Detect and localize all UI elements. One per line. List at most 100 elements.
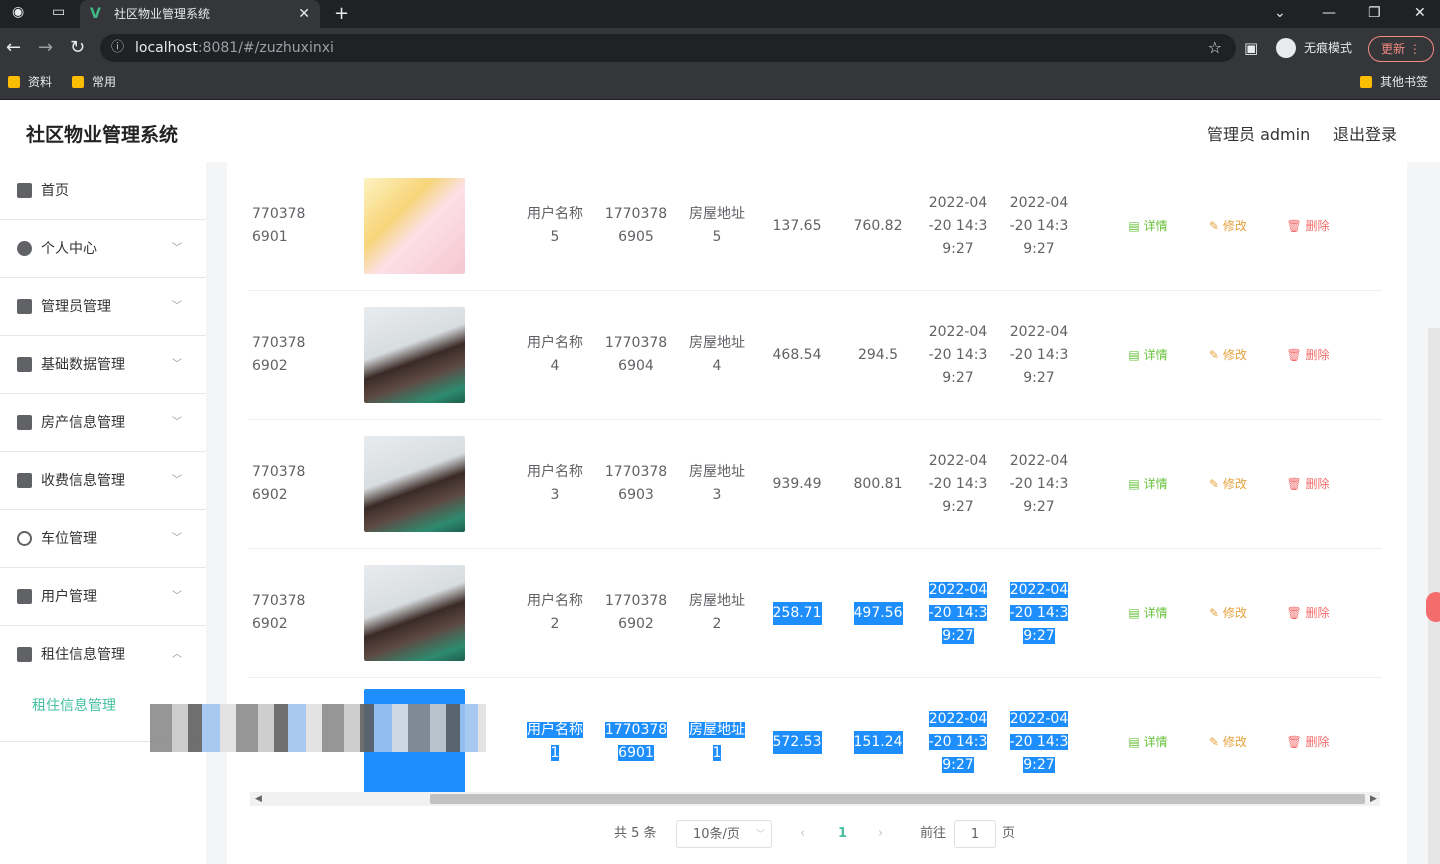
table-row: 770378 6902 用户名称 2 1770378 6902 房屋地址 2 258.7… bbox=[248, 549, 1382, 678]
date-line: -20 14:3 bbox=[1009, 475, 1069, 492]
detail-button[interactable]: ▤ 详情 bbox=[1118, 549, 1178, 677]
next-page-button[interactable]: › bbox=[878, 820, 883, 848]
scrollbar-thumb[interactable] bbox=[430, 794, 1365, 804]
scroll-left-icon[interactable]: ◀ bbox=[255, 792, 262, 806]
logout-link[interactable]: 退出登录 bbox=[1333, 121, 1397, 145]
delete-button[interactable]: 🗑 删除 bbox=[1278, 549, 1338, 677]
edit-label: 修改 bbox=[1222, 734, 1247, 749]
detail-button[interactable]: ▤ 详情 bbox=[1118, 678, 1178, 806]
bookmark-label: 资料 bbox=[28, 75, 53, 89]
sidebar-item-property[interactable]: 房产信息管理 ﹀ bbox=[0, 394, 206, 452]
restore-icon[interactable]: ❐ bbox=[1368, 0, 1381, 26]
side-panel-icon[interactable]: ▣ bbox=[1244, 37, 1258, 59]
page-number-current[interactable]: 1 bbox=[838, 820, 847, 848]
delete-button[interactable]: 🗑 删除 bbox=[1278, 420, 1338, 548]
sidebar-item-admins[interactable]: 管理员管理 ﹀ bbox=[0, 278, 206, 336]
avatar-image[interactable] bbox=[363, 436, 465, 532]
browser-tab[interactable]: V 社区物业管理系统 ✕ bbox=[80, 0, 320, 28]
prev-page-button[interactable]: ‹ bbox=[800, 820, 805, 848]
page-size-select[interactable]: 10条/页 ﹀ bbox=[676, 820, 772, 848]
user-cell: 用户名称 3 bbox=[516, 420, 594, 548]
tab-search-icon[interactable]: ▭ bbox=[52, 4, 65, 20]
horizontal-scrollbar[interactable]: ◀ ▶ bbox=[250, 792, 1380, 806]
sidebar-item-users[interactable]: 用户管理 ﹀ bbox=[0, 568, 206, 626]
date-line: -20 14:3 bbox=[928, 346, 988, 363]
date-line: -20 14:3 bbox=[928, 733, 988, 750]
sidebar-item-label: 管理员管理 bbox=[41, 299, 111, 315]
phone-line: 1770378 bbox=[604, 464, 668, 480]
edit-button[interactable]: ✎ 修改 bbox=[1198, 678, 1258, 806]
scroll-right-icon[interactable]: ▶ bbox=[1370, 792, 1377, 806]
new-tab-button[interactable]: + bbox=[334, 0, 349, 28]
edit-button[interactable]: ✎ 修改 bbox=[1198, 162, 1258, 290]
bookmark-folder[interactable]: 资料 bbox=[6, 68, 52, 96]
tab-list-chevron-icon[interactable]: ⌄ bbox=[1274, 0, 1286, 26]
sidebar-item-home[interactable]: 首页 bbox=[0, 162, 206, 220]
window-close-icon[interactable]: ✕ bbox=[1414, 0, 1426, 26]
phone-line: 6904 bbox=[618, 358, 654, 374]
detail-button[interactable]: ▤ 详情 bbox=[1118, 420, 1178, 548]
value-cell: 760.82 bbox=[838, 162, 918, 290]
goto-page-input[interactable] bbox=[954, 820, 996, 848]
phone-cell: 1770378 6905 bbox=[596, 162, 676, 290]
detail-button[interactable]: ▤ 详情 bbox=[1118, 162, 1178, 290]
back-icon[interactable]: ← bbox=[6, 37, 21, 59]
sidebar-item-rental[interactable]: 租住信息管理 ︿ bbox=[0, 626, 206, 684]
url-bar[interactable]: ⓘ localhost:8081/#/zuzhuxinxi ☆ bbox=[100, 34, 1236, 62]
avatar-image[interactable] bbox=[363, 178, 465, 274]
edit-button[interactable]: ✎ 修改 bbox=[1198, 291, 1258, 419]
site-info-icon[interactable]: ⓘ bbox=[111, 34, 124, 62]
date-line: 2022-04 bbox=[1009, 710, 1069, 727]
date-line: -20 14:3 bbox=[1009, 217, 1069, 234]
sidebar-item-profile[interactable]: 个人中心 ﹀ bbox=[0, 220, 206, 278]
delete-label: 删除 bbox=[1305, 218, 1330, 233]
bookmark-star-icon[interactable]: ☆ bbox=[1208, 34, 1222, 62]
bookmarks-bar: 资料 常用 其他书签 bbox=[0, 68, 1440, 100]
value-cell: 151.24 bbox=[838, 678, 918, 806]
update-button[interactable]: 更新 ⋮ bbox=[1368, 36, 1434, 62]
date-line: 9:27 bbox=[1023, 756, 1055, 773]
sidebar-item-parking[interactable]: 车位管理 ﹀ bbox=[0, 510, 206, 568]
app-title: 社区物业管理系统 bbox=[26, 124, 179, 146]
phone-line: 6902 bbox=[618, 616, 654, 632]
bookmark-folder[interactable]: 常用 bbox=[70, 68, 116, 96]
id-line: 6902 bbox=[252, 358, 288, 374]
date-cell: 2022-04 -20 14:3 9:27 bbox=[920, 549, 996, 677]
edit-button[interactable]: ✎ 修改 bbox=[1198, 420, 1258, 548]
id-line: 6902 bbox=[252, 487, 288, 503]
forward-icon[interactable]: → bbox=[38, 37, 53, 59]
value-cell: 468.54 bbox=[758, 291, 836, 419]
page-suffix: 页 bbox=[1002, 826, 1016, 841]
date-line: -20 14:3 bbox=[928, 217, 988, 234]
chevron-down-icon: ﹀ bbox=[172, 533, 182, 544]
avatar-image[interactable] bbox=[363, 565, 465, 661]
value-cell: 497.56 bbox=[838, 549, 918, 677]
id-cell: 770378 6901 bbox=[252, 162, 322, 290]
value-cell: 800.81 bbox=[838, 420, 918, 548]
reload-icon[interactable]: ↻ bbox=[70, 37, 85, 59]
date-line: 9:27 bbox=[942, 369, 974, 386]
address-line: 房屋地址 bbox=[689, 722, 745, 738]
floating-badge[interactable] bbox=[1426, 592, 1440, 622]
delete-button[interactable]: 🗑 删除 bbox=[1278, 678, 1338, 806]
browser-app-icon[interactable]: ◉ bbox=[12, 4, 24, 20]
browser-tab-bar: ◉ ▭ V 社区物业管理系统 ✕ + ⌄ — ❐ ✕ bbox=[0, 0, 1440, 28]
avatar-image[interactable] bbox=[363, 307, 465, 403]
delete-button[interactable]: 🗑 删除 bbox=[1278, 162, 1338, 290]
other-bookmarks[interactable]: 其他书签 bbox=[1358, 68, 1428, 96]
date-line: 2022-04 bbox=[928, 452, 988, 469]
incognito-indicator[interactable]: 无痕模式 bbox=[1276, 36, 1352, 60]
chevron-down-icon: ﹀ bbox=[172, 475, 182, 486]
tab-close-icon[interactable]: ✕ bbox=[298, 0, 310, 28]
address-line: 房屋地址 bbox=[689, 464, 745, 480]
sidebar-item-base-data[interactable]: 基础数据管理 ﹀ bbox=[0, 336, 206, 394]
value-text: 800.81 bbox=[853, 475, 903, 492]
list-icon bbox=[17, 357, 32, 372]
detail-button[interactable]: ▤ 详情 bbox=[1118, 291, 1178, 419]
edit-button[interactable]: ✎ 修改 bbox=[1198, 549, 1258, 677]
date-line: -20 14:3 bbox=[1009, 604, 1069, 621]
delete-button[interactable]: 🗑 删除 bbox=[1278, 291, 1338, 419]
chevron-up-icon: ︿ bbox=[172, 649, 182, 660]
minimize-icon[interactable]: — bbox=[1322, 0, 1336, 26]
sidebar-item-fees[interactable]: 收费信息管理 ﹀ bbox=[0, 452, 206, 510]
